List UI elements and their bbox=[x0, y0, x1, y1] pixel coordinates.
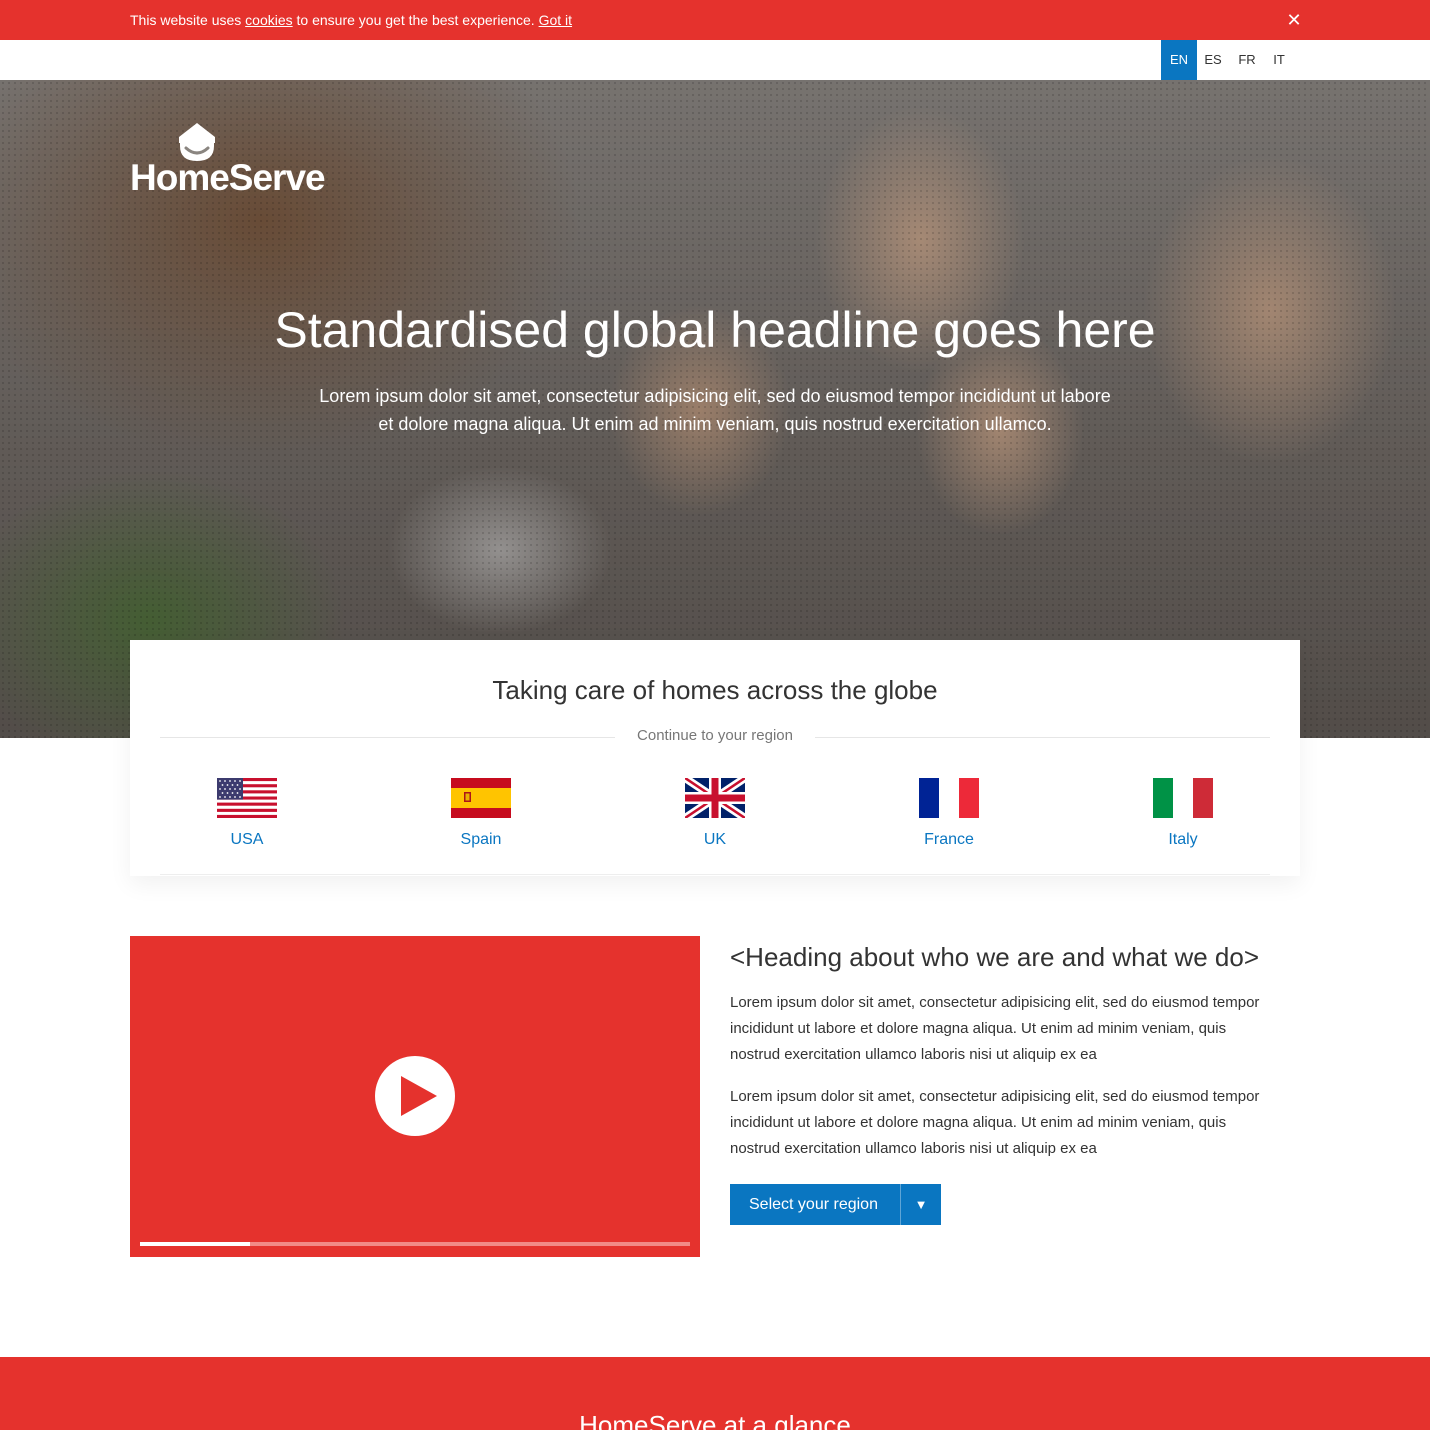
video-progress-bar[interactable] bbox=[140, 1242, 690, 1246]
region-card-title: Taking care of homes across the globe bbox=[492, 675, 938, 705]
region-name: France bbox=[924, 831, 974, 848]
cookies-link[interactable]: cookies bbox=[245, 12, 292, 28]
play-icon bbox=[401, 1076, 437, 1116]
video-progress-fill bbox=[140, 1242, 250, 1246]
about-paragraph: Lorem ipsum dolor sit amet, consectetur … bbox=[730, 994, 1260, 1063]
about-paragraph: Lorem ipsum dolor sit amet, consectetur … bbox=[730, 1088, 1260, 1157]
close-icon[interactable]: ✕ bbox=[1284, 10, 1304, 30]
at-a-glance-section: HomeServe at a glance bbox=[0, 1357, 1430, 1430]
italy-flag-icon bbox=[1153, 778, 1213, 818]
at-a-glance-title: HomeServe at a glance bbox=[579, 1410, 851, 1430]
uk-flag-icon bbox=[685, 778, 745, 818]
cookie-text-after: to ensure you get the best experience. bbox=[292, 12, 539, 28]
region-name: UK bbox=[703, 831, 727, 848]
region-card-subtitle: Continue to your region bbox=[130, 726, 1300, 746]
language-es[interactable]: ES bbox=[1199, 40, 1227, 80]
spain-flag-icon bbox=[451, 778, 511, 818]
select-region-label: Select your region bbox=[749, 1196, 878, 1213]
select-region-dropdown[interactable]: Select your region ▼ bbox=[730, 1184, 941, 1225]
play-button[interactable] bbox=[375, 1056, 455, 1136]
us-flag-icon bbox=[217, 778, 277, 818]
language-fr[interactable]: FR bbox=[1233, 40, 1261, 80]
cookie-banner: This website uses cookies to ensure you … bbox=[0, 0, 1430, 40]
language-bar: EN ES FR IT bbox=[0, 40, 1430, 86]
homeserve-logo[interactable]: HomeServe bbox=[130, 122, 335, 198]
region-selector-card: Taking care of homes across the globe Co… bbox=[130, 640, 1300, 876]
region-subtitle-text: Continue to your region bbox=[627, 727, 803, 744]
house-logo-icon bbox=[179, 123, 215, 161]
region-name: Italy bbox=[1168, 831, 1198, 848]
region-france[interactable]: France bbox=[889, 778, 1009, 850]
hero-subtitle: Lorem ipsum dolor sit amet, consectetur … bbox=[319, 386, 1111, 434]
hero-headline: Standardised global headline goes here bbox=[274, 302, 1156, 358]
region-name: Spain bbox=[460, 831, 502, 848]
about-heading: <Heading about who we are and what we do… bbox=[730, 942, 1260, 972]
region-italy[interactable]: Italy bbox=[1123, 778, 1243, 850]
logo-text: HomeServe bbox=[130, 157, 326, 198]
divider bbox=[160, 874, 1270, 875]
region-usa[interactable]: USA bbox=[187, 778, 307, 850]
region-uk[interactable]: UK bbox=[655, 778, 775, 850]
cookie-message: This website uses cookies to ensure you … bbox=[130, 12, 572, 28]
region-spain[interactable]: Spain bbox=[421, 778, 541, 850]
language-it[interactable]: IT bbox=[1267, 40, 1291, 80]
video-player[interactable] bbox=[130, 936, 700, 1257]
chevron-down-icon[interactable]: ▼ bbox=[901, 1184, 941, 1225]
cookie-text-before: This website uses bbox=[130, 12, 246, 28]
got-it-link[interactable]: Got it bbox=[539, 12, 572, 28]
region-name: USA bbox=[230, 831, 264, 848]
france-flag-icon bbox=[919, 778, 979, 818]
